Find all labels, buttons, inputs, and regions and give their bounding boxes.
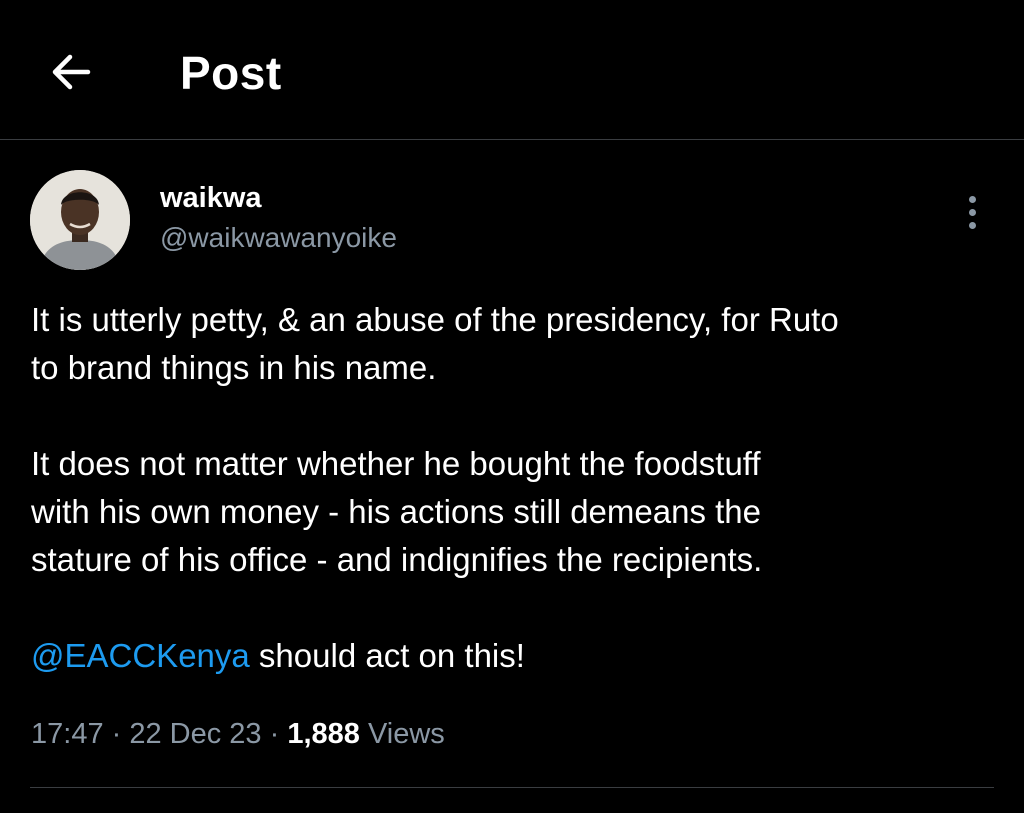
- profile-photo-icon: [30, 170, 130, 270]
- more-dot-icon: [968, 195, 976, 203]
- author-handle[interactable]: @waikwawanyoike: [160, 222, 397, 254]
- meta-separator: ·: [103, 718, 130, 750]
- post-time[interactable]: 17:47: [31, 718, 104, 750]
- more-options-button[interactable]: [952, 192, 992, 232]
- tweet-line: It does not matter whether he bought the…: [31, 445, 761, 482]
- tweet-mention-line: @EACCKenya should act on this!: [31, 632, 1001, 680]
- avatar[interactable]: [30, 170, 130, 270]
- page-title: Post: [180, 47, 282, 99]
- back-button[interactable]: [44, 48, 96, 100]
- tweet-meta: 17:47 · 22 Dec 23 · 1,888 Views: [31, 718, 445, 751]
- views-label[interactable]: Views: [360, 718, 445, 750]
- mention-link[interactable]: @EACCKenya: [31, 637, 250, 674]
- top-bar: Post: [0, 0, 1024, 140]
- tweet-line: to brand things in his name.: [31, 349, 437, 386]
- views-count[interactable]: 1,888: [287, 718, 360, 750]
- post-date[interactable]: 22 Dec 23: [129, 718, 261, 750]
- mention-suffix: should act on this!: [249, 637, 525, 674]
- tweet-line: stature of his office - and indignifies …: [31, 541, 763, 578]
- more-dot-icon: [968, 221, 976, 229]
- meta-separator: ·: [261, 718, 288, 750]
- more-dot-icon: [968, 208, 976, 216]
- tweet-text: It is utterly petty, & an abuse of the p…: [31, 296, 1001, 680]
- tweet-line: with his own money - his actions still d…: [31, 493, 761, 530]
- arrow-left-icon: [48, 50, 92, 99]
- tweet-line: It is utterly petty, & an abuse of the p…: [31, 301, 839, 338]
- divider: [30, 787, 994, 788]
- author-display-name[interactable]: waikwa: [160, 182, 262, 215]
